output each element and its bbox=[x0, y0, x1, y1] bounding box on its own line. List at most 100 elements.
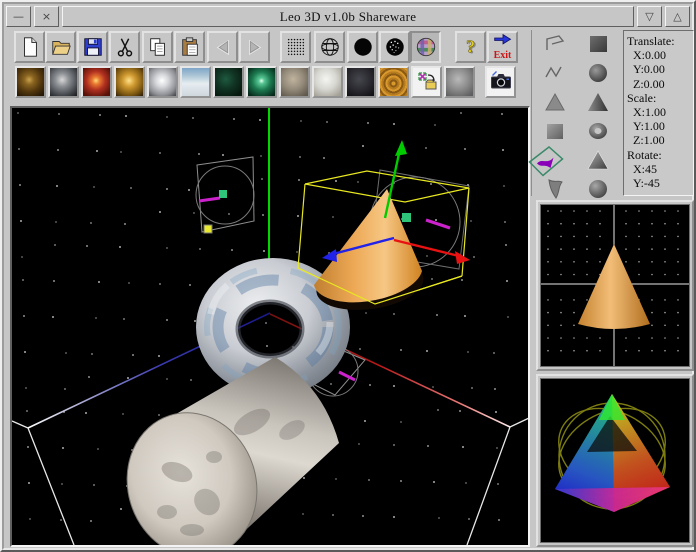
front-view-canvas[interactable] bbox=[541, 205, 690, 367]
camera-icon bbox=[489, 69, 513, 96]
save-file-button[interactable] bbox=[77, 31, 108, 63]
texture-emerald-swatch[interactable] bbox=[246, 66, 277, 98]
grid-corner-right bbox=[467, 418, 528, 545]
texture-dark-marble-swatch[interactable] bbox=[213, 66, 244, 98]
primitive-torus-tool[interactable] bbox=[577, 119, 620, 148]
exit-label: Exit bbox=[489, 51, 516, 61]
draw-freeform-tool[interactable] bbox=[534, 148, 577, 177]
primitive-cone-tool[interactable] bbox=[577, 90, 620, 119]
new-file-button[interactable] bbox=[14, 31, 45, 63]
zigzag-icon bbox=[543, 61, 567, 90]
cut-button[interactable] bbox=[109, 31, 140, 63]
pyramid-icon bbox=[586, 148, 610, 177]
transform-line: X:1.00 bbox=[627, 105, 693, 119]
texture-sky-swatch[interactable] bbox=[180, 66, 211, 98]
transform-line: X:45 bbox=[627, 162, 693, 176]
open-file-button[interactable] bbox=[45, 31, 76, 63]
load-texture-icon bbox=[415, 69, 439, 96]
torus-icon bbox=[586, 119, 610, 148]
primitive-pyramid-tool[interactable] bbox=[577, 148, 620, 177]
close-button[interactable]: × bbox=[34, 6, 59, 27]
texture-lava-swatch[interactable] bbox=[81, 66, 112, 98]
paste-button[interactable] bbox=[174, 31, 205, 63]
center-handle[interactable] bbox=[402, 213, 411, 222]
copy-icon bbox=[147, 36, 169, 58]
texture-slate-swatch[interactable] bbox=[345, 66, 376, 98]
solid-sphere-icon bbox=[352, 36, 374, 58]
dot-grid-icon bbox=[285, 36, 307, 58]
transform-line: Scale: bbox=[627, 91, 693, 105]
render-shaded-button[interactable] bbox=[379, 31, 410, 63]
back-button[interactable] bbox=[207, 31, 238, 63]
help-icon: ?? bbox=[460, 36, 482, 58]
transform-readout-panel: Translate:X:0.00Y:0.00Z:0.00Scale:X:1.00… bbox=[623, 30, 694, 196]
texture-granite-swatch[interactable] bbox=[444, 66, 475, 98]
center-handle[interactable] bbox=[219, 190, 227, 198]
transform-line: Y:-45 bbox=[627, 176, 693, 190]
normal-marker bbox=[339, 372, 355, 380]
minimize-button[interactable]: ▽ bbox=[637, 6, 662, 27]
cone-icon bbox=[586, 90, 610, 119]
help-button[interactable]: ?? bbox=[455, 31, 486, 63]
plane-object-left[interactable] bbox=[196, 157, 254, 233]
render-solid-button[interactable] bbox=[347, 31, 378, 63]
arrow-right-icon bbox=[244, 36, 266, 58]
texture-gold-swatch[interactable] bbox=[114, 66, 145, 98]
front-view-cone bbox=[578, 244, 650, 329]
main-3d-viewport[interactable] bbox=[10, 106, 530, 547]
render-points-button[interactable] bbox=[280, 31, 311, 63]
transform-line: Z:1.00 bbox=[627, 133, 693, 147]
grid-corner-left bbox=[12, 421, 74, 545]
texture-steel-swatch[interactable] bbox=[48, 66, 79, 98]
transform-line: Translate: bbox=[627, 34, 693, 48]
transform-line: Z:0.00 bbox=[627, 77, 693, 91]
triangle2d-icon bbox=[543, 90, 567, 119]
exit-button[interactable]: Exit bbox=[487, 31, 518, 63]
forward-button[interactable] bbox=[239, 31, 270, 63]
new-page-icon bbox=[19, 36, 41, 58]
snapshot-camera-button[interactable] bbox=[485, 66, 516, 98]
primitive-cube-tool[interactable] bbox=[577, 32, 620, 61]
wire-globe-icon bbox=[319, 36, 341, 58]
transform-line: Y:1.00 bbox=[627, 119, 693, 133]
copy-button[interactable] bbox=[142, 31, 173, 63]
shape-tool-palette bbox=[531, 30, 621, 196]
cube-icon bbox=[586, 32, 610, 61]
front-view-panel bbox=[536, 200, 694, 371]
texture-silver-swatch[interactable] bbox=[147, 66, 178, 98]
save-floppy-icon bbox=[82, 36, 104, 58]
cylinder-object[interactable] bbox=[109, 357, 339, 545]
normal-marker bbox=[426, 220, 450, 228]
draw-triangle-tool[interactable] bbox=[534, 90, 577, 119]
draw-zigzag-tool[interactable] bbox=[534, 61, 577, 90]
app-window: — × Leo 3D v1.0b Shareware ▽ △ ?? Exit Tr… bbox=[0, 0, 696, 552]
load-texture-button[interactable] bbox=[411, 66, 442, 98]
texture-tan-marble-swatch[interactable] bbox=[279, 66, 310, 98]
render-wireframe-button[interactable] bbox=[314, 31, 345, 63]
stippled-sphere-icon bbox=[384, 36, 406, 58]
maximize-button[interactable]: △ bbox=[665, 6, 690, 27]
transform-line: Rotate: bbox=[627, 148, 693, 162]
normal-marker bbox=[199, 198, 220, 201]
render-textured-button[interactable] bbox=[410, 31, 441, 63]
color-space-canvas[interactable] bbox=[541, 379, 690, 543]
textured-sphere-icon bbox=[415, 36, 437, 58]
system-menu-button[interactable]: — bbox=[6, 6, 31, 27]
texture-wood-rings-swatch[interactable] bbox=[378, 66, 409, 98]
svg-text:?: ? bbox=[465, 37, 474, 57]
color-space-panel bbox=[536, 374, 694, 547]
draw-polyline-tool[interactable] bbox=[534, 32, 577, 61]
cut-scissors-icon bbox=[114, 36, 136, 58]
window-title: Leo 3D v1.0b Shareware bbox=[62, 6, 634, 27]
texture-white-marble-swatch[interactable] bbox=[312, 66, 343, 98]
titlebar: — × Leo 3D v1.0b Shareware ▽ △ bbox=[6, 6, 690, 27]
freeform-icon bbox=[528, 144, 564, 185]
open-folder-icon bbox=[50, 36, 72, 58]
primitive-sphere-tool[interactable] bbox=[577, 61, 620, 90]
scene-canvas bbox=[12, 108, 528, 545]
corner-handle[interactable] bbox=[204, 225, 212, 233]
cone-object[interactable] bbox=[313, 189, 427, 316]
sphere-icon bbox=[586, 61, 610, 90]
texture-bronze-swatch[interactable] bbox=[15, 66, 46, 98]
rgb-tetrahedron[interactable] bbox=[555, 394, 670, 512]
